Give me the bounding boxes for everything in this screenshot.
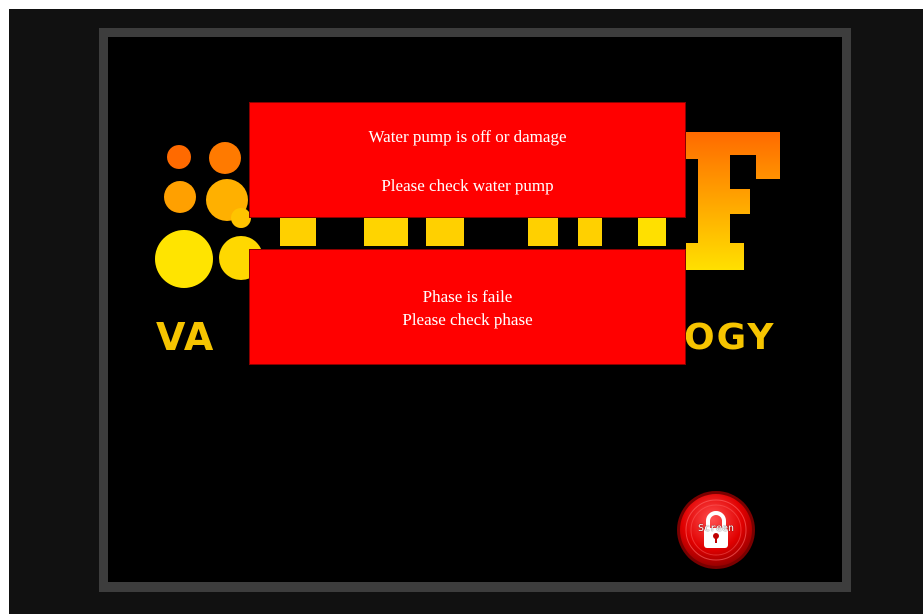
alarm-phase-instruction: Please check phase <box>402 310 533 329</box>
logo-text-left: VA <box>156 315 215 359</box>
alarm-water-pump-message: Water pump is off or damage <box>368 127 567 146</box>
alarm-phase[interactable]: Phase is faile Please check phase <box>249 249 686 365</box>
screen-lock-label: Screen <box>697 523 735 534</box>
hmi-window: VA OGY Water pump is off or damage Pleas… <box>0 0 923 614</box>
screen-lock-button[interactable]: Screen <box>676 490 756 570</box>
alarm-water-pump[interactable]: Water pump is off or damage Please check… <box>249 102 686 218</box>
logo-text-right: OGY <box>684 317 776 358</box>
alarm-water-pump-instruction: Please check water pump <box>381 176 554 195</box>
hmi-screen: VA OGY Water pump is off or damage Pleas… <box>108 37 842 582</box>
alarm-phase-message: Phase is faile <box>422 287 513 306</box>
logo-dot-pattern <box>155 142 263 288</box>
